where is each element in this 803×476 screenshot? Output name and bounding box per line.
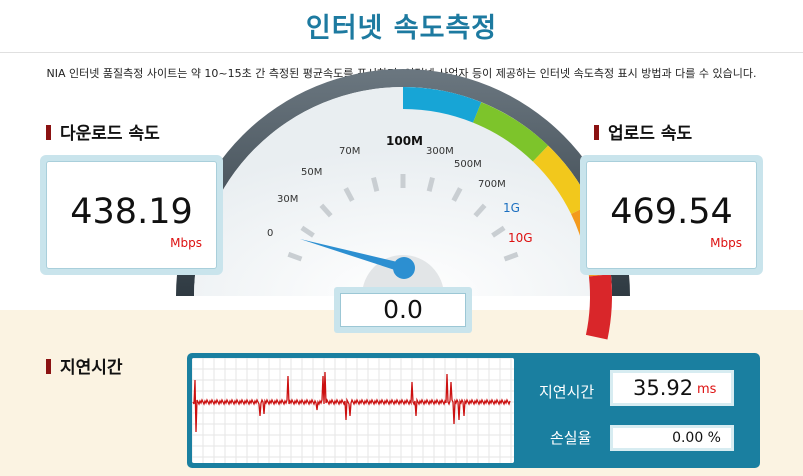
upload-section-label: 업로드 속도: [594, 119, 692, 144]
upload-speed-box: 469.54 Mbps: [580, 155, 763, 275]
tick-label-300m: 300M: [426, 146, 454, 157]
current-speed-readout: 0.0: [334, 287, 472, 333]
download-speed-unit: Mbps: [170, 236, 202, 250]
latency-unit: ms: [697, 382, 717, 397]
upload-speed-inner: 469.54 Mbps: [586, 161, 757, 269]
loss-value-box: 0.00 %: [610, 425, 734, 451]
tick-label-70m: 70M: [339, 146, 360, 157]
latency-value: 35.92: [633, 376, 694, 400]
section-marker: [594, 125, 599, 140]
gauge-dash: [371, 177, 380, 192]
gauge-needle-pivot: [393, 257, 415, 279]
upload-speed-unit: Mbps: [710, 236, 742, 250]
loss-label: 손실율: [550, 429, 592, 447]
tick-label-500m: 500M: [454, 159, 482, 170]
latency-line: [192, 371, 511, 433]
tick-label-50m: 50M: [301, 167, 322, 178]
upload-label-text: 업로드 속도: [608, 124, 693, 144]
section-marker: [46, 125, 51, 140]
latency-section-text: 지연시간: [60, 358, 123, 378]
tick-label-0: 0: [267, 228, 273, 239]
latency-graph-grid: [192, 358, 514, 463]
latency-panel: 지연시간 35.92 ms 손실율 0.00 %: [187, 353, 760, 468]
latency-section-label: 지연시간: [46, 353, 123, 378]
latency-graph: [192, 358, 514, 463]
tick-label-1g: 1G: [503, 201, 520, 215]
tick-label-30m: 30M: [277, 194, 298, 205]
download-section-label: 다운로드 속도: [46, 119, 160, 144]
tick-label-100m: 100M: [386, 134, 423, 148]
download-speed-value: 438.19: [70, 192, 193, 232]
gauge-dash: [426, 177, 435, 192]
gauge-band-4: [585, 274, 612, 340]
latency-label: 지연시간: [539, 383, 595, 401]
latency-graph-svg: [192, 358, 514, 463]
latency-value-box: 35.92 ms: [610, 370, 734, 406]
tick-label-700m: 700M: [478, 179, 506, 190]
download-speed-box: 438.19 Mbps: [40, 155, 223, 275]
download-label-text: 다운로드 속도: [60, 124, 160, 144]
section-marker: [46, 359, 51, 374]
loss-value: 0.00 %: [672, 430, 721, 446]
current-speed-value: 0.0: [340, 293, 466, 327]
tick-label-10g: 10G: [508, 231, 533, 245]
download-speed-inner: 438.19 Mbps: [46, 161, 217, 269]
upload-speed-value: 469.54: [610, 192, 733, 232]
